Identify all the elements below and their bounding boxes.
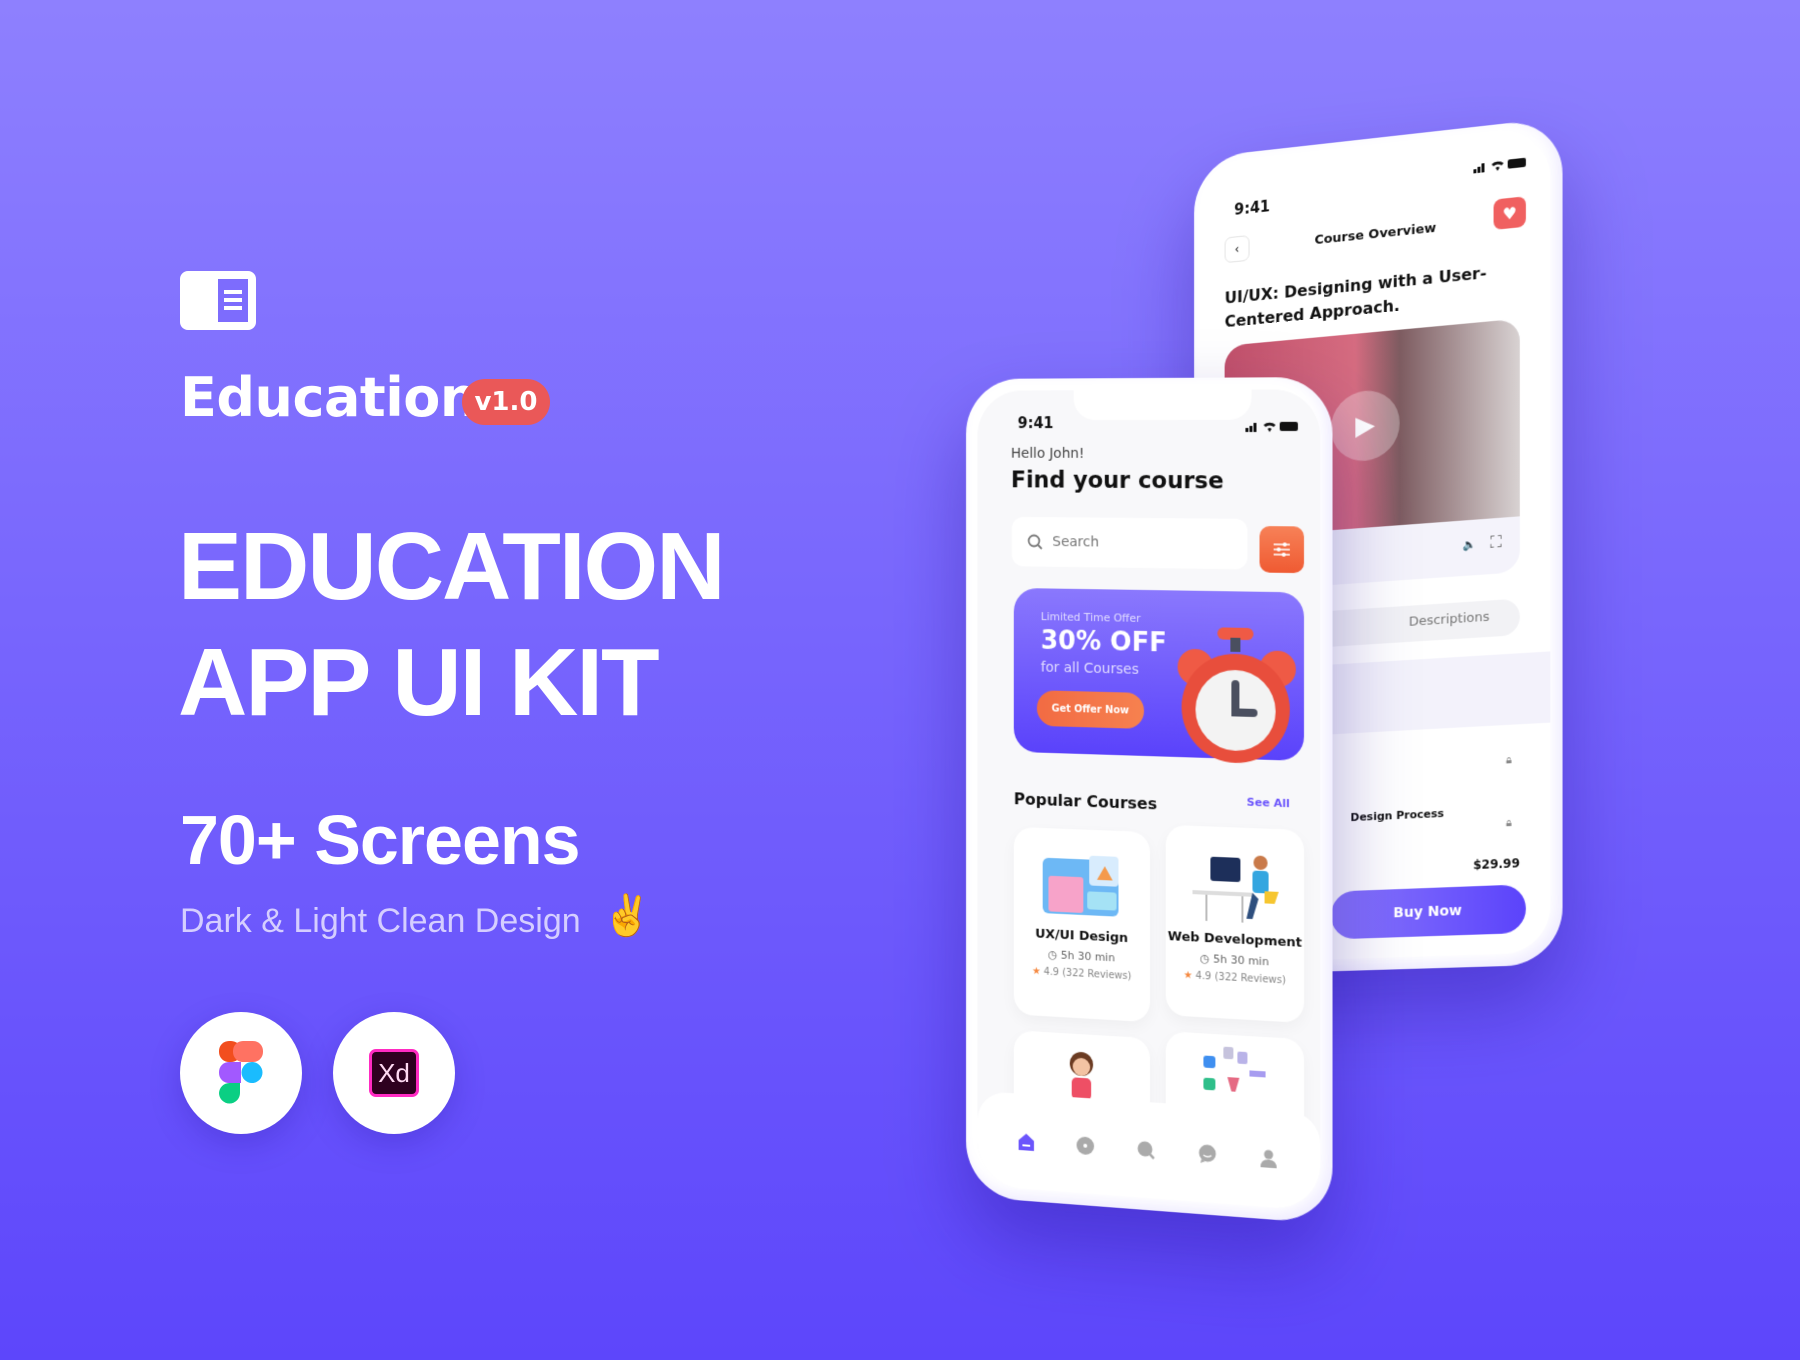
screens-count: 70+ Screens <box>180 801 581 879</box>
volume-icon[interactable]: 🔈 <box>1462 537 1476 551</box>
heart-icon: ♥ <box>1502 202 1517 224</box>
promo-eyebrow: Limited Time Offer <box>1040 610 1141 625</box>
promo-headline: 30% OFF <box>1040 625 1167 659</box>
ux-design-illustration <box>1042 855 1119 917</box>
apps-illustration <box>1203 1046 1266 1092</box>
greeting: Hello John! <box>1010 445 1085 462</box>
header-title: Course Overview <box>1314 220 1437 249</box>
figma-badge <box>180 1012 302 1134</box>
course-rating: ★ 4.9 (322 Reviews) <box>1014 965 1150 983</box>
course-title: UI/UX: Designing with a User-Centered Ap… <box>1224 263 1487 332</box>
nav-chat-icon[interactable] <box>1197 1144 1217 1166</box>
course-duration: ◷ 5h 30 min <box>1014 946 1150 966</box>
search-icon <box>1027 534 1042 550</box>
duration-text: 5h 30 min <box>1060 948 1115 965</box>
brand-logo <box>180 271 256 330</box>
phone-notch <box>1073 389 1252 421</box>
course-card[interactable]: Web Development ◷ 5h 30 min ★ 4.9 (322 R… <box>1165 824 1305 1024</box>
lesson-title[interactable]: Design Process <box>1350 807 1444 824</box>
course-card[interactable]: UX/UI Design ◷ 5h 30 min ★ 4.9 (322 Revi… <box>1013 826 1150 1023</box>
price: $29.99 <box>1473 856 1520 873</box>
nav-profile-icon[interactable] <box>1259 1148 1279 1170</box>
brand-name: Education <box>180 366 478 429</box>
signal-wifi-battery-icon <box>1245 421 1298 432</box>
status-icons <box>1245 420 1298 432</box>
status-time: 9:41 <box>1234 197 1271 219</box>
figma-icon <box>219 1041 263 1104</box>
clock-icon: ◷ <box>1200 951 1210 966</box>
nav-search-icon[interactable] <box>1136 1139 1156 1160</box>
course-rating: ★ 4.9 (322 Reviews) <box>1166 969 1304 987</box>
page-title: Find your course <box>1010 467 1224 495</box>
status-time: 9:41 <box>1017 414 1054 433</box>
star-icon: ★ <box>1031 965 1041 978</box>
get-offer-button[interactable]: Get Offer Now <box>1036 690 1145 729</box>
rating-text: 4.9 (322 Reviews) <box>1195 970 1286 987</box>
clock-icon: ◷ <box>1048 948 1058 962</box>
play-icon: ▶ <box>1355 410 1375 442</box>
duration-text: 5h 30 min <box>1213 952 1269 969</box>
fullscreen-icon[interactable]: ⛶ <box>1490 532 1501 553</box>
version-badge: v1.0 <box>462 379 550 425</box>
nav-home-icon[interactable] <box>1016 1131 1035 1152</box>
promo-banner[interactable]: Limited Time Offer 30% OFF for all Cours… <box>1013 587 1305 765</box>
sliders-icon <box>1273 541 1291 557</box>
back-button[interactable]: ‹ <box>1224 234 1250 264</box>
see-all-link[interactable]: See All <box>1247 796 1290 811</box>
promo-caption: for all Courses <box>1040 659 1139 678</box>
lock-icon: 🔒︎ <box>1505 815 1512 830</box>
xd-badge: Xd <box>333 1012 455 1134</box>
tab-descriptions[interactable]: Descriptions <box>1409 610 1490 630</box>
hero-title-line1: EDUCATION <box>178 513 726 620</box>
web-development-illustration <box>1192 855 1279 927</box>
play-button[interactable]: ▶ <box>1330 387 1400 464</box>
chevron-left-icon: ‹ <box>1234 241 1240 257</box>
search-input[interactable]: Search <box>1011 516 1248 570</box>
buy-now-button[interactable]: Buy Now <box>1330 884 1526 940</box>
lock-icon: 🔒︎ <box>1505 753 1512 767</box>
section-title: Popular Courses <box>1013 789 1158 814</box>
course-duration: ◷ 5h 30 min <box>1166 950 1304 970</box>
hero-title-line2: APP UI KIT <box>178 629 660 736</box>
victory-hand-emoji: ✌️ <box>602 893 652 939</box>
signal-wifi-battery-icon <box>1473 157 1526 174</box>
home-phone: 9:41 Hello John! Find your course Search… <box>966 377 1333 1225</box>
course-title: Web Development <box>1167 929 1302 951</box>
nav-compass-icon[interactable] <box>1076 1135 1095 1156</box>
subtitle: Dark & Light Clean Design <box>180 902 581 940</box>
adobe-xd-icon: Xd <box>369 1049 419 1097</box>
favorite-button[interactable]: ♥ <box>1493 196 1526 230</box>
filter-button[interactable] <box>1259 526 1305 574</box>
star-icon: ★ <box>1183 969 1193 982</box>
search-placeholder: Search <box>1052 534 1100 551</box>
status-icons <box>1473 156 1526 174</box>
alarm-clock-illustration <box>1177 627 1296 765</box>
rating-text: 4.9 (322 Reviews) <box>1043 966 1132 983</box>
course-title: UX/UI Design <box>1035 926 1129 947</box>
